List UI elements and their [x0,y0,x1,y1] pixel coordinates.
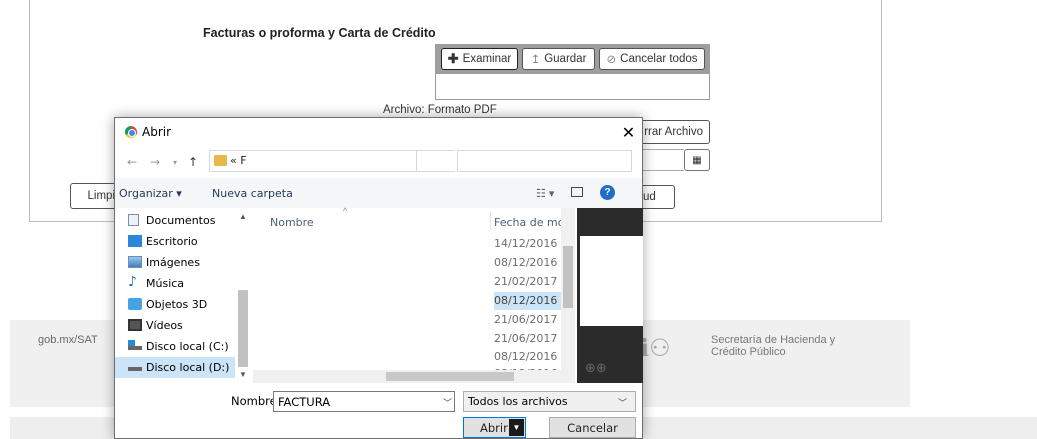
column-header-name[interactable]: Nombre [270,216,314,229]
help-icon[interactable]: ? [600,185,615,200]
drive-c-icon [128,340,142,350]
open-file-dialog: Abrir ✕ ← → ▾ ↑ « F Organizar ▾ Nueva ca… [114,117,643,439]
forward-arrow-icon[interactable]: → [150,155,160,169]
upload-icon: ↥ [530,54,541,66]
file-date[interactable]: 21/02/2017 02: [494,273,564,291]
filename-input[interactable]: FACTURA [273,391,455,412]
navigation-pane: Documentos Escritorio Imágenes ♪ Música O… [115,208,252,383]
section-title: Facturas o proforma y Carta de Crédito [203,26,436,40]
chevron-down-icon[interactable]: ﹀ [618,396,627,409]
nav-label: Disco local (D:) [146,361,230,374]
file-list-hscroll-thumb[interactable] [386,372,514,381]
column-divider [490,212,491,230]
file-date[interactable]: 08/12/2016 03: [494,254,564,272]
open-split-dropdown-icon[interactable]: ▼ [509,419,524,436]
nav-item-documentos[interactable]: Documentos [115,210,235,231]
pictures-icon [128,256,142,268]
nav-label: Disco local (C:) [146,340,229,353]
borrar-archivo-button[interactable]: rrar Archivo [640,120,710,144]
guardar-label: Guardar [544,53,587,65]
nav-item-objetos-3d[interactable]: Objetos 3D [115,294,235,315]
file-date[interactable]: 14/12/2016 09: [494,235,564,253]
nav-label: Vídeos [146,319,183,332]
file-date-selected[interactable]: 08/12/2016 03: [494,292,564,310]
date-input[interactable] [640,149,684,171]
close-icon[interactable]: ✕ [615,119,642,145]
view-options-icon[interactable]: ☷ ▾ [536,187,554,200]
preview-tools-icon: ⊕⊕ [585,361,607,376]
objects-3d-icon [128,298,142,310]
file-date[interactable]: 21/06/2017 12: [494,330,564,348]
address-path: « F [230,154,247,167]
command-bar: Organizar ▾ Nueva carpeta ☷ ▾ ? [115,178,642,208]
examinar-label: Examinar [462,53,512,65]
dialog-titlebar: Abrir ✕ [115,118,642,146]
address-refresh-area[interactable] [417,150,455,172]
nav-label: Música [146,277,185,290]
footer-logo-icon: ℹ⚇ [640,334,671,362]
folder-icon [214,155,227,166]
nav-item-disco-c[interactable]: Disco local (C:) [115,336,235,357]
nav-label: Imágenes [146,256,200,269]
back-arrow-icon[interactable]: ← [127,155,137,169]
drive-d-icon [128,361,142,371]
footer-link[interactable]: gob.mx/SAT [38,334,98,346]
desktop-icon [128,235,142,247]
new-folder-button[interactable]: Nueva carpeta [212,187,293,200]
file-date[interactable]: 21/06/2017 12: [494,311,564,329]
dialog-title: Abrir [142,125,172,139]
recent-dropdown-icon[interactable]: ▾ [173,158,177,167]
nav-label: Escritorio [146,235,198,248]
file-format-hint: Archivo: Formato PDF [383,104,497,116]
solicitud-button[interactable]: ud [640,185,675,209]
music-icon: ♪ [128,274,137,290]
nav-label: Objetos 3D [146,298,208,311]
guardar-button[interactable]: ↥ Guardar [522,48,595,70]
scroll-down-arrow-icon[interactable]: ▼ [239,370,247,379]
plus-icon: ✚ [447,51,459,66]
file-date[interactable]: 08/12/2016 03: [494,348,564,366]
filetype-select[interactable]: Todos los archivos [463,391,636,412]
scroll-up-arrow-icon[interactable]: ▲ [239,212,247,221]
videos-icon [128,319,142,331]
organize-menu[interactable]: Organizar ▾ [119,187,182,200]
preview-pane: ⊕⊕ [577,208,643,383]
nav-item-escritorio[interactable]: Escritorio [115,231,235,252]
up-arrow-icon[interactable]: ↑ [188,155,198,169]
chrome-icon [125,126,137,138]
nav-item-musica[interactable]: ♪ Música [115,273,235,294]
preview-page [580,236,643,326]
nav-label: Documentos [146,214,216,227]
address-bar[interactable]: « F [209,150,417,172]
navigation-bar: ← → ▾ ↑ « F [115,147,642,177]
cancelar-todos-button[interactable]: ⊘ Cancelar todos [599,48,705,70]
sort-caret-icon: ^ [343,206,348,216]
examinar-button[interactable]: ✚ Examinar [441,48,518,70]
chevron-down-icon[interactable]: ﹀ [443,396,452,409]
cancel-button[interactable]: Cancelar [549,417,636,438]
column-header-date[interactable]: Fecha de mod [494,216,571,229]
nav-scrollbar-thumb[interactable] [238,290,248,367]
nav-item-disco-d[interactable]: Disco local (D:) [115,357,235,378]
footer-org-name: Secretaría de Hacienda y Crédito Público [711,334,836,358]
nav-item-videos[interactable]: Vídeos [115,315,235,336]
file-list: Nombre ^ Fecha de mod 14/12/2016 09: 08/… [253,206,579,383]
file-list-vscroll-thumb[interactable] [563,246,573,308]
preview-pane-icon[interactable] [571,187,583,197]
search-input[interactable] [457,150,632,172]
calendar-icon[interactable]: ▦ [684,149,710,171]
documents-icon [128,214,139,226]
cancelar-todos-label: Cancelar todos [620,53,698,65]
nav-item-imagenes[interactable]: Imágenes [115,252,235,273]
limpiar-button[interactable]: Limpi [70,183,120,209]
cancel-icon: ⊘ [606,54,617,66]
